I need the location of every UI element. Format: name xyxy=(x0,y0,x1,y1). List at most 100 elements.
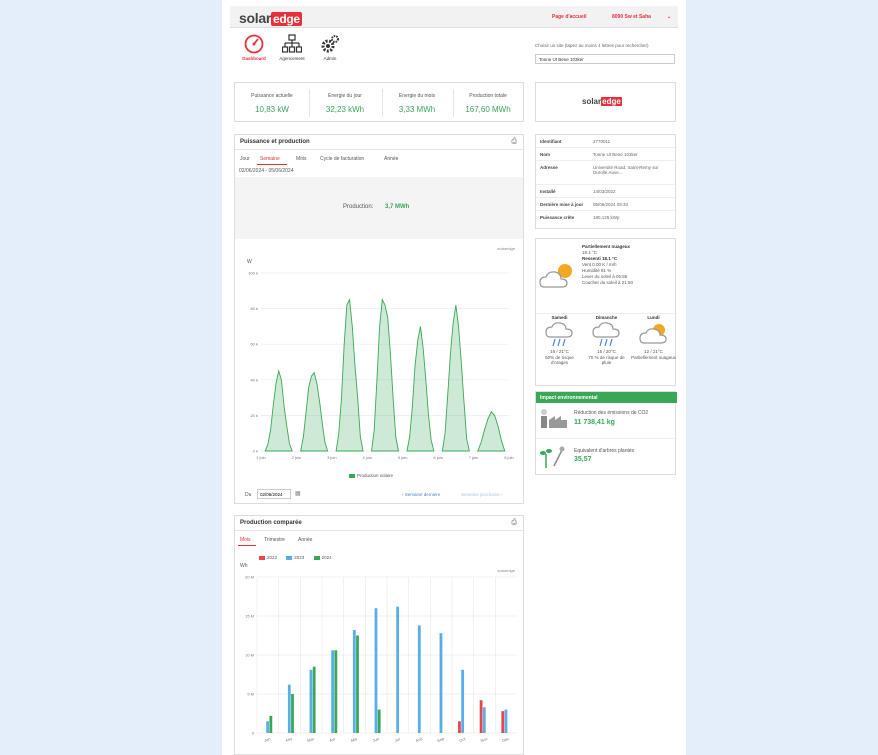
production-area-day-2[interactable] xyxy=(300,371,329,452)
nav-admin[interactable]: Admin xyxy=(312,34,348,61)
production-area-day-7[interactable] xyxy=(477,411,506,452)
y-tick-label: 15 M xyxy=(245,614,254,619)
bar-2023-Nov[interactable] xyxy=(482,707,486,733)
tab-day[interactable]: Jour xyxy=(240,156,250,162)
bar-2024-Avr[interactable] xyxy=(334,650,338,733)
installer-logo-box: solaredge xyxy=(535,82,676,122)
x-tick-label: Nov xyxy=(480,736,488,743)
bar-2023-Déc[interactable] xyxy=(504,709,508,733)
tab-year[interactable]: Année xyxy=(384,156,398,162)
production-area-day-5[interactable] xyxy=(406,326,435,452)
legend-swatch-2022[interactable] xyxy=(259,555,265,560)
logo-edge-text: edge xyxy=(270,12,302,26)
bar-2023-Fév[interactable] xyxy=(287,684,291,733)
legend-label: 2024 xyxy=(321,555,332,560)
bar-2023-Oct[interactable] xyxy=(461,669,465,733)
chart-legend: Production solaire xyxy=(349,473,393,478)
previous-week-button[interactable]: ‹ Semaine dernière xyxy=(402,492,440,497)
x-tick-label: Mai xyxy=(350,736,358,743)
stat-total-production: Production totale 167,60 MWh xyxy=(453,83,523,123)
bar-2022-Déc[interactable] xyxy=(501,711,505,733)
thunderstorm-icon xyxy=(544,322,573,347)
bar-2023-Sep[interactable] xyxy=(439,633,443,733)
y-unit-label: Wh xyxy=(240,563,248,569)
logo-solar-text: solar xyxy=(239,10,271,26)
y-tick-label: 60 k xyxy=(250,342,258,347)
divider xyxy=(235,149,523,150)
site-details-card: Identifiant 2770011 Nom Tonne Ut Bene 10… xyxy=(535,134,677,229)
y-tick-label: 80 k xyxy=(250,306,258,311)
forecast-day-2: Dimanche 15 / 20°C 70 % de risque de plu… xyxy=(583,315,630,365)
nav-layout[interactable]: Agencement xyxy=(274,34,310,61)
x-tick-label: Sep xyxy=(436,736,445,743)
bar-2023-Avr[interactable] xyxy=(331,650,335,733)
stats-card: Puissance actuelle 10,83 kW Energie du j… xyxy=(234,82,524,122)
y-tick-label: 20 k xyxy=(250,413,258,418)
tab-quarter[interactable]: Trimestre xyxy=(264,537,285,543)
trees-label: Equivalent d'arbres plantés xyxy=(574,448,635,454)
home-link[interactable]: Page d'accueil xyxy=(552,14,587,20)
bar-2023-Jul[interactable] xyxy=(396,606,400,733)
y-tick-label: 20 M xyxy=(245,575,254,580)
bar-2024-Jan[interactable] xyxy=(269,715,273,733)
legend-label: Production solaire xyxy=(357,473,394,478)
bar-2024-Jun[interactable] xyxy=(377,709,381,733)
bar-2022-Nov[interactable] xyxy=(479,700,483,733)
bar-2023-Mar[interactable] xyxy=(309,669,313,733)
bar-2023-Jan[interactable] xyxy=(266,721,270,733)
bar-2024-Fév[interactable] xyxy=(291,694,294,733)
bar-2022-Oct[interactable] xyxy=(458,721,461,733)
legend-swatch-2023[interactable] xyxy=(286,555,293,560)
date-picker-label: Du xyxy=(245,492,252,498)
legend-swatch-2024[interactable] xyxy=(313,555,320,560)
active-tab-underline xyxy=(238,545,256,546)
print-icon[interactable]: ⎙ xyxy=(511,138,517,146)
tab-billing-cycle[interactable]: Cycle de facturation xyxy=(320,156,364,162)
production-area-day-4[interactable] xyxy=(371,298,400,452)
info-value: 2770011 xyxy=(593,139,611,144)
production-area-day-6[interactable] xyxy=(441,304,470,452)
stat-value: 167,60 MWh xyxy=(465,105,511,114)
bar-2023-Aoû[interactable] xyxy=(417,625,421,733)
nav-dashboard[interactable]: Dashboard xyxy=(236,34,272,61)
x-tick-label: Mar xyxy=(307,736,316,743)
info-row-last-update: Dernière mise à jour 05/06/2024 09:33 xyxy=(536,198,677,211)
bar-2023-Mai[interactable] xyxy=(352,630,356,733)
rain-icon xyxy=(591,322,620,347)
stat-value: 10,83 kW xyxy=(255,105,289,114)
production-area-day-1[interactable] xyxy=(264,369,293,452)
tab-year[interactable]: Année xyxy=(298,537,312,543)
bar-2023-Jun[interactable] xyxy=(374,608,378,733)
x-tick-label: 1 juin xyxy=(256,455,266,460)
info-key: Adresse xyxy=(540,165,558,170)
chart-brand: solaredge xyxy=(497,246,515,251)
site-search-input[interactable] xyxy=(535,54,675,64)
environmental-impact-card: Impact environnemental Réduction des émi… xyxy=(535,391,677,475)
account-menu[interactable]: 8090 Sw et Saha xyxy=(612,14,651,20)
production-value: 3,7 MWh xyxy=(385,204,410,210)
date-picker-input[interactable] xyxy=(257,489,291,499)
panel-title: Puissance et production xyxy=(240,139,310,145)
x-tick-label: 5 juin xyxy=(398,455,408,460)
bar-2024-Mar[interactable] xyxy=(312,666,316,733)
tab-month[interactable]: Mois xyxy=(240,537,251,543)
x-tick-label: 8 juin xyxy=(504,455,514,460)
chevron-down-icon[interactable]: ⌄ xyxy=(667,14,671,20)
calendar-icon[interactable]: ▦ xyxy=(295,490,301,497)
x-tick-label: 4 juin xyxy=(363,455,373,460)
legend-label: 2022 xyxy=(267,555,278,560)
print-icon[interactable]: ⎙ xyxy=(511,519,517,527)
stat-value: 3,33 MWh xyxy=(398,105,436,114)
dashboard-gauge-icon xyxy=(244,34,264,54)
impact-title: Impact environnemental xyxy=(536,392,677,403)
y-tick-label: 10 M xyxy=(245,653,254,658)
tab-week[interactable]: Semaine xyxy=(260,156,280,162)
next-week-button[interactable]: Semaine prochaine › xyxy=(461,492,503,497)
production-area-day-3[interactable] xyxy=(335,298,364,452)
production-summary: Production: 3,7 MWh xyxy=(235,177,523,239)
info-value: 14/03/2022 xyxy=(593,189,616,194)
weather-line: Coucher du soleil à 21:50 xyxy=(582,280,634,285)
solaredge-logo[interactable]: solar edge xyxy=(239,10,302,26)
bar-2024-Mai[interactable] xyxy=(356,635,359,734)
tab-month[interactable]: Mois xyxy=(296,156,307,162)
